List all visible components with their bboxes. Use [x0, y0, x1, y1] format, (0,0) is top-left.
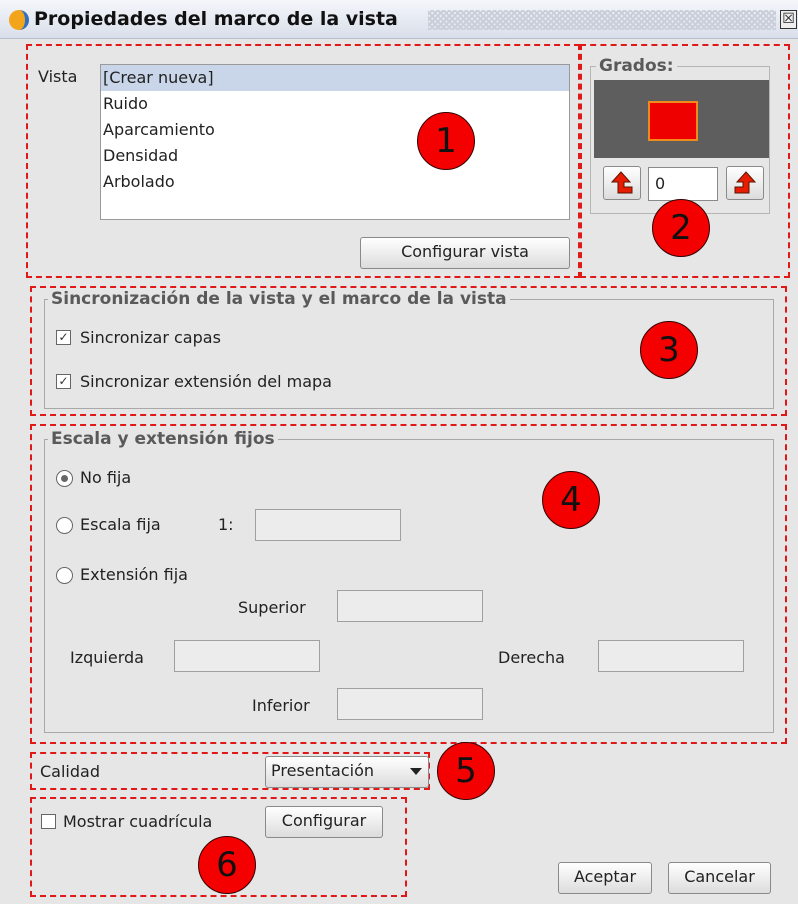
frame-preview-rect	[648, 101, 698, 141]
marker-2: 2	[652, 199, 710, 257]
window-title: Propiedades del marco de la vista	[34, 8, 398, 30]
cancel-button[interactable]: Cancelar	[668, 862, 771, 894]
grados-legend: Grados:	[596, 56, 677, 76]
left-label: Izquierda	[70, 648, 144, 667]
not-fixed-label: No fija	[80, 468, 132, 487]
fixed-extent-radio[interactable]	[56, 567, 73, 584]
vista-list-item[interactable]: Arbolado	[101, 169, 569, 195]
left-input[interactable]	[174, 640, 320, 672]
configure-view-button[interactable]: Configurar vista	[360, 237, 570, 269]
rotate-left-arrow-icon	[610, 171, 633, 194]
scale-input[interactable]	[255, 509, 401, 541]
scale-prefix: 1:	[218, 515, 234, 534]
sync-extent-checkbox[interactable]: ✓	[56, 374, 71, 389]
marker-1: 1	[417, 112, 475, 170]
chevron-down-icon	[410, 768, 422, 775]
close-window-button[interactable]: ☒	[780, 10, 797, 29]
sync-extent-label: Sincronizar extensión del mapa	[80, 372, 332, 391]
marker-3: 3	[640, 321, 698, 379]
scale-legend: Escala y extensión fijos	[48, 429, 278, 449]
vista-list-item[interactable]: [Crear nueva]	[101, 65, 569, 91]
right-label: Derecha	[498, 648, 565, 667]
fixed-extent-label: Extensión fija	[80, 565, 188, 584]
rotate-right-button[interactable]	[726, 166, 764, 200]
not-fixed-radio[interactable]	[56, 470, 73, 487]
accept-button[interactable]: Aceptar	[558, 862, 652, 894]
frame-preview	[594, 80, 769, 158]
show-grid-checkbox[interactable]	[41, 814, 56, 829]
quality-select-value: Presentación	[271, 761, 375, 780]
vista-list-item[interactable]: Ruido	[101, 91, 569, 117]
vista-label: Vista	[38, 67, 78, 86]
bottom-label: Inferior	[252, 696, 310, 715]
vista-list-item[interactable]: Aparcamiento	[101, 117, 569, 143]
app-logo-icon	[9, 10, 29, 30]
title-bar: Propiedades del marco de la vista ☒	[0, 0, 798, 39]
show-grid-label: Mostrar cuadrícula	[63, 812, 213, 831]
rotate-right-arrow-icon	[734, 171, 757, 194]
sync-layers-checkbox[interactable]: ✓	[56, 330, 71, 345]
quality-label: Calidad	[40, 762, 100, 781]
degrees-input[interactable]: 0	[648, 167, 718, 201]
top-label: Superior	[238, 598, 306, 617]
vista-list-item[interactable]: Densidad	[101, 143, 569, 169]
title-bar-drag-area[interactable]	[428, 10, 776, 30]
bottom-input[interactable]	[337, 688, 483, 720]
rotate-left-button[interactable]	[603, 166, 641, 200]
vista-list[interactable]: [Crear nueva] Ruido Aparcamiento Densida…	[100, 64, 570, 220]
configure-grid-button[interactable]: Configurar	[265, 806, 383, 838]
fixed-scale-label: Escala fija	[80, 515, 161, 534]
right-input[interactable]	[598, 640, 744, 672]
quality-select[interactable]: Presentación	[265, 756, 429, 788]
top-input[interactable]	[337, 590, 483, 622]
marker-5: 5	[437, 742, 495, 800]
fixed-scale-radio[interactable]	[56, 517, 73, 534]
marker-6: 6	[198, 836, 256, 894]
marker-4: 4	[542, 471, 600, 529]
sync-legend: Sincronización de la vista y el marco de…	[48, 289, 510, 309]
sync-layers-label: Sincronizar capas	[80, 328, 221, 347]
